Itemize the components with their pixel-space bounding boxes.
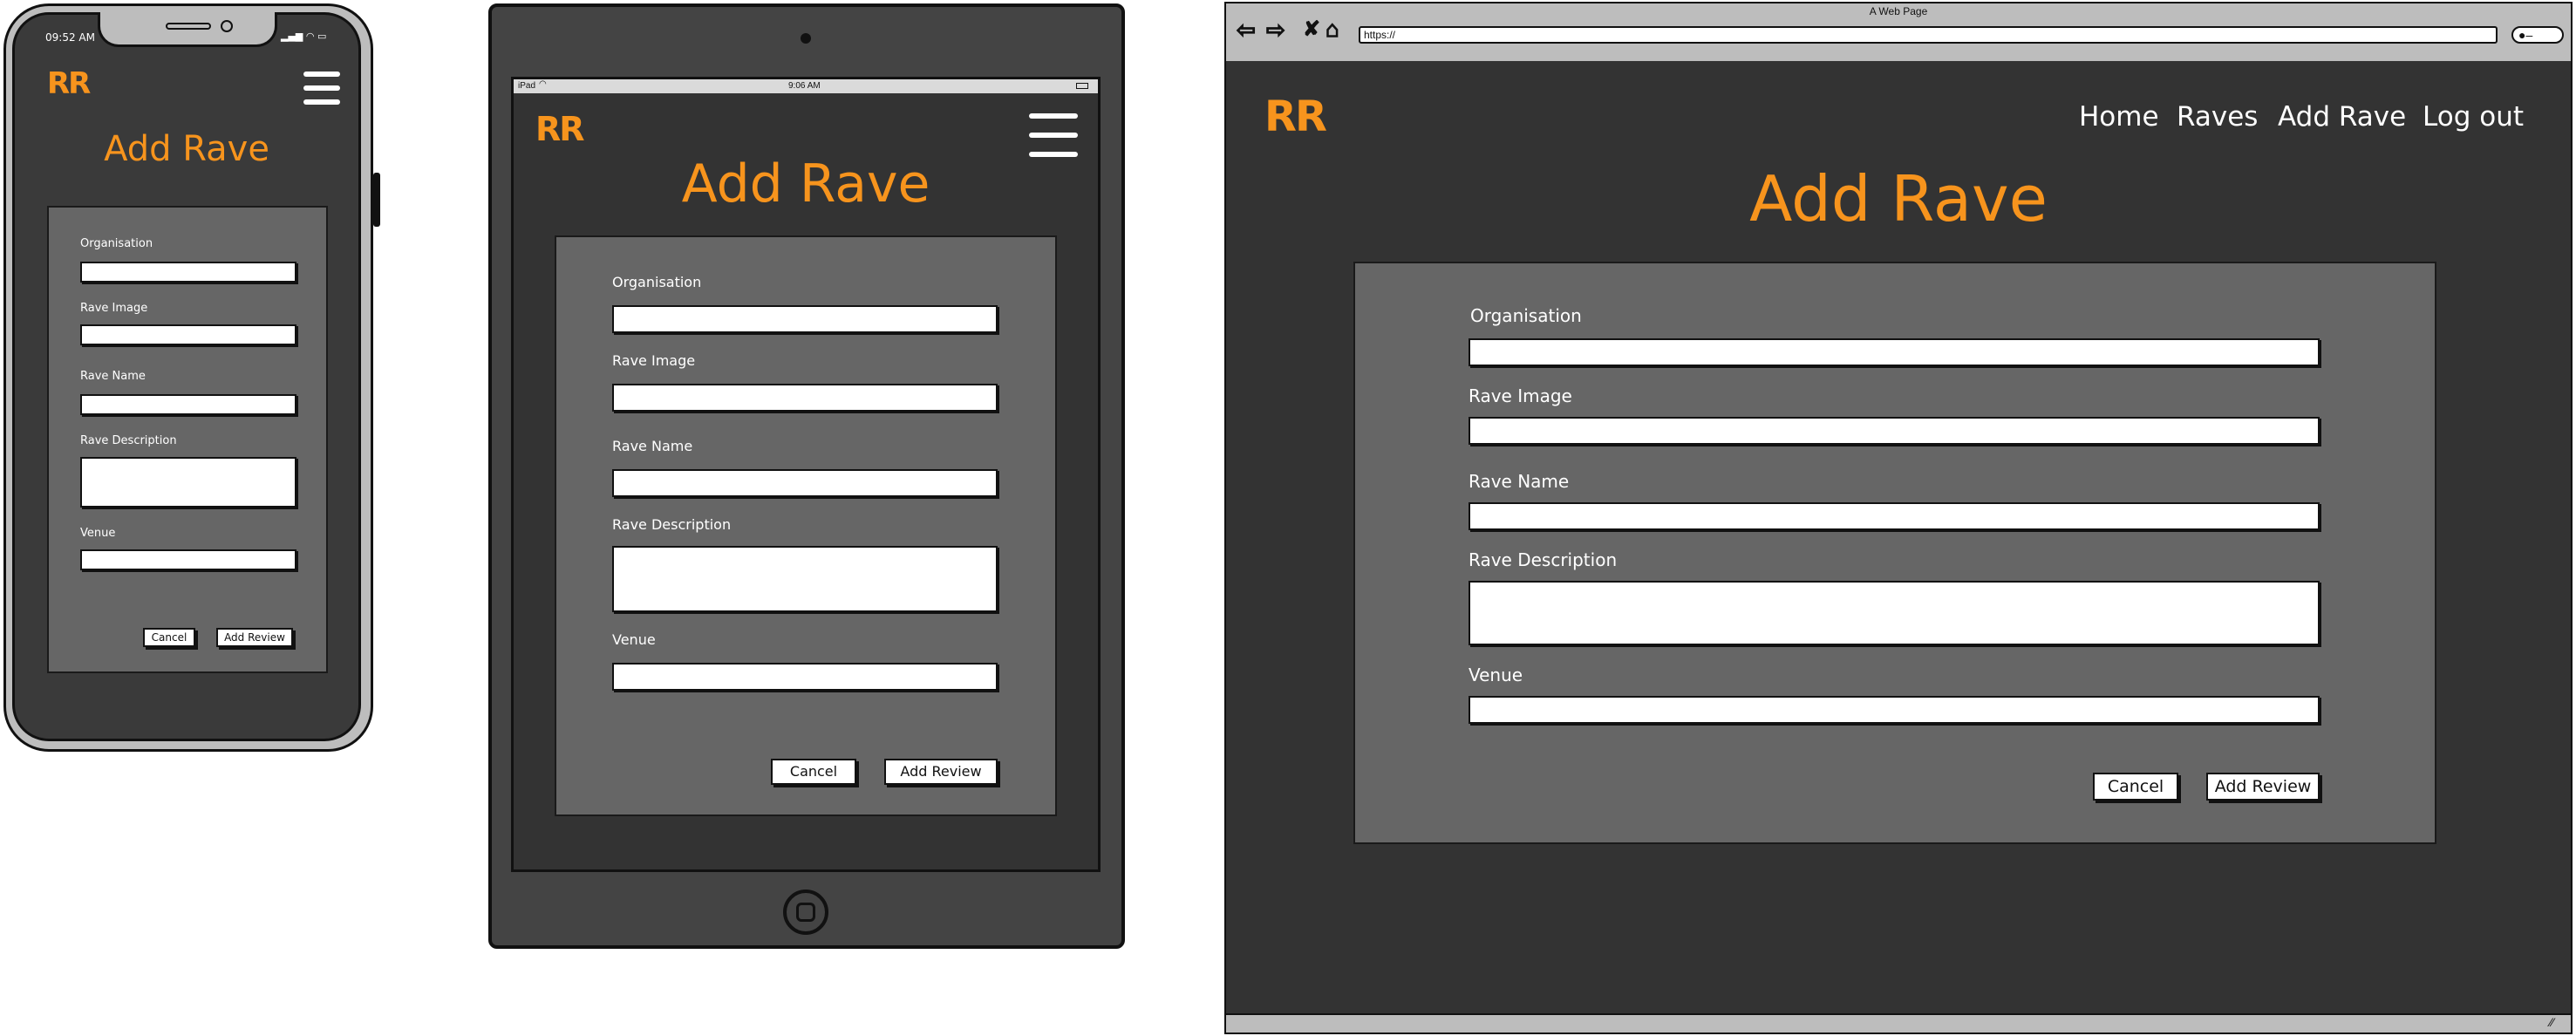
rave-name-input[interactable]: [1469, 502, 2320, 530]
nav-home[interactable]: Home: [2079, 101, 2159, 133]
resize-grip-icon[interactable]: ⁄⁄: [2550, 1015, 2554, 1029]
home-square-icon: [796, 903, 815, 922]
rave-name-input[interactable]: [612, 469, 998, 497]
browser-form-panel: Organisation Rave Image Rave Name Rave D…: [1353, 262, 2436, 844]
phone-form-panel: Organisation Rave Image Rave Name Rave D…: [47, 206, 328, 673]
tablet-status-time: 9:06 AM: [788, 81, 821, 91]
browser-window-title: A Web Page: [1869, 5, 1928, 17]
nav-raves[interactable]: Raves: [2177, 101, 2258, 133]
rave-description-input[interactable]: [80, 457, 296, 508]
phone-side-button: [373, 173, 380, 227]
home-icon[interactable]: ⌂: [1325, 16, 1339, 42]
rave-description-input[interactable]: [1469, 581, 2320, 645]
venue-input[interactable]: [612, 663, 998, 691]
close-icon[interactable]: ✘: [1303, 17, 1320, 42]
tablet-logo[interactable]: RR: [535, 110, 585, 148]
add-review-button[interactable]: Add Review: [884, 759, 998, 785]
hamburger-icon[interactable]: [303, 72, 340, 105]
search-icon: ●–: [2518, 28, 2533, 42]
rave-name-label: Rave Name: [612, 438, 693, 454]
browser-logo[interactable]: RR: [1264, 92, 1327, 141]
rave-description-label: Rave Description: [1469, 549, 1618, 570]
organisation-input[interactable]: [612, 305, 998, 333]
organisation-label: Organisation: [612, 274, 702, 290]
rave-description-label: Rave Description: [612, 516, 732, 533]
venue-label: Venue: [80, 527, 116, 540]
rave-image-input[interactable]: [80, 324, 296, 345]
phone-status-icons: ▂▄▆ ◠ ▭: [281, 31, 327, 42]
rave-image-input[interactable]: [1469, 417, 2320, 445]
browser-status-bar: [1226, 1013, 2571, 1033]
phone-status-time: 09:52 AM: [45, 31, 95, 44]
add-review-button[interactable]: Add Review: [216, 628, 293, 647]
rave-description-input[interactable]: [612, 546, 998, 612]
venue-label: Venue: [612, 631, 656, 648]
rave-name-label: Rave Name: [80, 370, 146, 383]
phone-speaker: [166, 23, 211, 30]
venue-label: Venue: [1469, 665, 1523, 685]
tablet-home-button[interactable]: [783, 889, 828, 935]
organisation-input[interactable]: [1469, 338, 2320, 366]
rave-image-input[interactable]: [612, 384, 998, 412]
wifi-icon: ◠: [539, 79, 547, 89]
forward-icon[interactable]: ⇨: [1265, 17, 1285, 43]
cancel-button[interactable]: Cancel: [771, 759, 856, 785]
tablet-page-title: Add Rave: [681, 153, 930, 215]
nav-log-out[interactable]: Log out: [2423, 101, 2524, 133]
venue-input[interactable]: [1469, 696, 2320, 724]
rave-image-label: Rave Image: [612, 352, 696, 369]
phone-camera: [221, 20, 233, 32]
organisation-label: Organisation: [80, 237, 153, 250]
rave-name-input[interactable]: [80, 394, 296, 415]
rave-description-label: Rave Description: [80, 434, 177, 447]
browser-search-box[interactable]: ●–: [2511, 26, 2564, 44]
tablet-status-left: iPad: [518, 81, 536, 91]
tablet-camera: [801, 33, 811, 44]
cancel-button[interactable]: Cancel: [143, 628, 195, 647]
add-review-button[interactable]: Add Review: [2206, 773, 2320, 801]
nav-add-rave[interactable]: Add Rave: [2278, 101, 2406, 133]
rave-image-label: Rave Image: [1469, 385, 1572, 406]
battery-icon: [1076, 83, 1088, 89]
address-bar-url: https://: [1364, 29, 1396, 41]
hamburger-icon[interactable]: [1029, 113, 1078, 159]
rave-name-label: Rave Name: [1469, 471, 1570, 492]
rave-image-label: Rave Image: [80, 302, 148, 315]
organisation-input[interactable]: [80, 262, 296, 283]
organisation-label: Organisation: [1470, 305, 1582, 326]
phone-page-title: Add Rave: [104, 129, 269, 169]
cancel-button[interactable]: Cancel: [2093, 773, 2178, 801]
phone-logo[interactable]: RR: [47, 66, 91, 101]
back-icon[interactable]: ⇦: [1236, 17, 1256, 43]
address-bar[interactable]: https://: [1359, 26, 2498, 44]
phone-notch: [98, 12, 277, 47]
browser-page-title: Add Rave: [1749, 162, 2048, 235]
main-nav: Home Raves Add Rave Log out: [2075, 101, 2529, 136]
venue-input[interactable]: [80, 549, 296, 570]
tablet-form-panel: Organisation Rave Image Rave Name Rave D…: [555, 235, 1057, 816]
